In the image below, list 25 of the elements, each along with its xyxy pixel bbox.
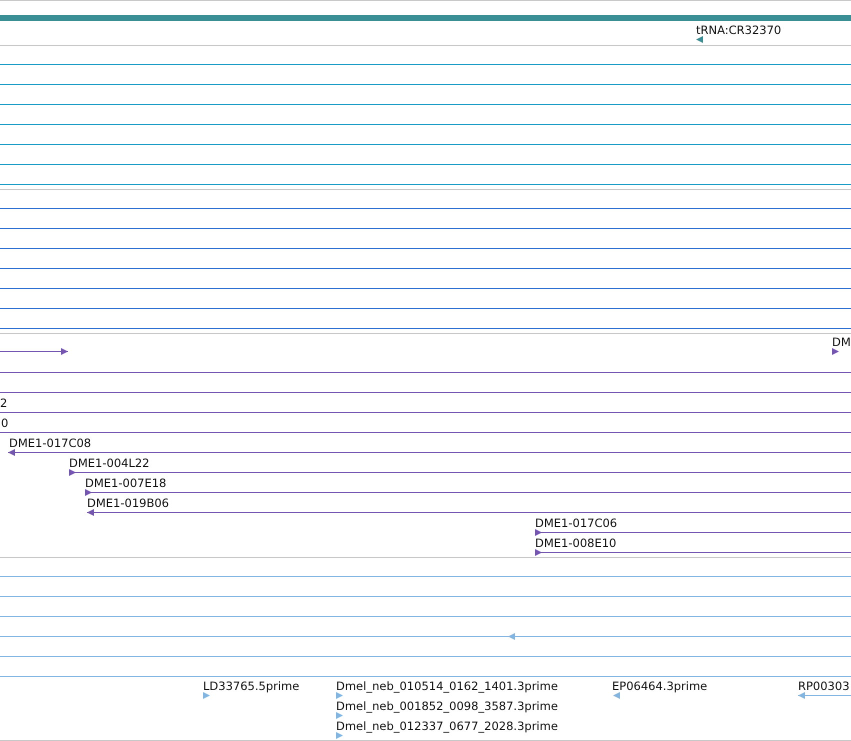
feature-label: LD33765.5prime — [203, 679, 300, 693]
feature-label: 0 — [1, 416, 8, 430]
feature-label: DM — [832, 335, 851, 349]
feature-label: DME1-019B06 — [87, 496, 169, 510]
feature-glyph[interactable] — [87, 509, 851, 516]
feature-glyph[interactable] — [69, 469, 851, 476]
feature-glyph[interactable] — [0, 348, 68, 355]
feature-glyph[interactable] — [535, 529, 851, 536]
feature-label: DME1-017C06 — [535, 516, 618, 530]
feature-label: DME1-007E18 — [85, 476, 166, 490]
feature-label: DME1-004L22 — [69, 456, 150, 470]
feature-glyph[interactable] — [696, 36, 703, 43]
feature-label: Dmel_neb_010514_0162_1401.3prime — [336, 679, 558, 693]
feature-label: Dmel_neb_001852_0098_3587.3prime — [336, 699, 558, 713]
feature-label: DME1-017C08 — [9, 436, 92, 450]
feature-glyph[interactable] — [85, 489, 851, 496]
feature-label: 2 — [0, 396, 8, 410]
feature-label: EP06464.3prime — [612, 679, 708, 693]
feature-label: DME1-008E10 — [535, 536, 616, 550]
feature-label: Dmel_neb_012337_0677_2028.3prime — [336, 719, 558, 733]
feature-glyph[interactable] — [535, 549, 851, 556]
feature-label: RP00303 — [798, 679, 850, 693]
feature-glyph[interactable] — [8, 449, 851, 456]
feature-label: tRNA:CR32370 — [696, 23, 782, 37]
feature-glyph[interactable] — [832, 348, 839, 355]
